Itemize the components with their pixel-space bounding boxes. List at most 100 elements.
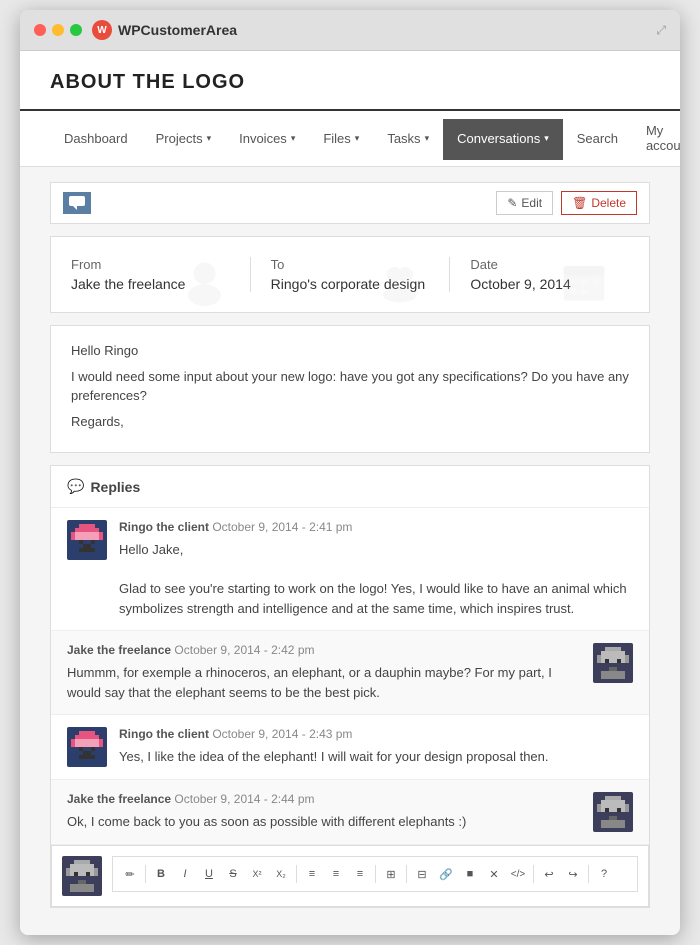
from-section: From Jake the freelance	[71, 257, 251, 292]
nav-projects[interactable]: Projects ▾	[142, 119, 226, 160]
minimize-button[interactable]	[52, 24, 64, 36]
nav-myaccount[interactable]: My account ▾	[632, 111, 680, 167]
reply-date: October 9, 2014 - 2:43 pm	[212, 727, 352, 741]
nav-invoices[interactable]: Invoices ▾	[225, 119, 309, 160]
date-avatar-decoration	[559, 257, 609, 312]
editor-bold-btn[interactable]: B	[150, 863, 172, 885]
reply-meta: Jake the freelance October 9, 2014 - 2:4…	[67, 643, 581, 657]
edit-button[interactable]: ✎ Edit	[496, 191, 553, 215]
caret-icon: ▾	[355, 133, 360, 144]
editor-strikethrough-btn[interactable]: S	[222, 863, 244, 885]
reply-text: Yes, I like the idea of the elephant! I …	[119, 747, 633, 767]
message-greeting: Hello Ringo	[71, 341, 629, 361]
nav-search[interactable]: Search	[563, 119, 632, 160]
reply-author: Ringo the client	[119, 520, 209, 534]
editor-toolbar: ✏ B I U S X² X₂ ≡ ≡ ≡	[119, 863, 631, 885]
reply-body: Jake the freelance October 9, 2014 - 2:4…	[67, 792, 581, 832]
original-message: Hello Ringo I would need some input abou…	[50, 325, 650, 453]
divider	[296, 865, 297, 883]
divider	[375, 865, 376, 883]
caret-icon: ▾	[425, 133, 430, 144]
replies-label: Replies	[90, 479, 140, 495]
editor-indent-btn[interactable]: ≡	[349, 863, 371, 885]
editor-image-btn[interactable]: ⊟	[411, 863, 433, 885]
editor-pencil-btn[interactable]: ✏	[119, 863, 141, 885]
delete-button[interactable]: 🗑 Delete	[561, 191, 637, 215]
conversation-icon	[63, 192, 91, 214]
editor-superscript-btn[interactable]: X²	[246, 863, 268, 885]
reply-body: Jake the freelance October 9, 2014 - 2:4…	[67, 643, 581, 702]
reply-item: Ringo the client October 9, 2014 - 2:43 …	[51, 715, 649, 780]
editor-italic-btn[interactable]: I	[174, 863, 196, 885]
editor-subscript-btn[interactable]: X₂	[270, 863, 292, 885]
nav-files[interactable]: Files ▾	[309, 119, 373, 160]
reply-item: Jake the freelance October 9, 2014 - 2:4…	[51, 780, 649, 845]
editor-ol-btn[interactable]: ≡	[325, 863, 347, 885]
reply-author: Jake the freelance	[67, 792, 171, 806]
editor-underline-btn[interactable]: U	[198, 863, 220, 885]
nav-tasks[interactable]: Tasks ▾	[373, 119, 443, 160]
reply-text: Hummm, for exemple a rhinoceros, an elep…	[67, 663, 581, 702]
reply-meta: Jake the freelance October 9, 2014 - 2:4…	[67, 792, 581, 806]
app-window: W WPCustomerArea ⤢ ABOUT THE LOGO Dashbo…	[20, 10, 680, 935]
content-area: ✎ Edit 🗑 Delete From Jake the freelance	[20, 167, 680, 935]
reply-date: October 9, 2014 - 2:42 pm	[174, 643, 314, 657]
reply-item: Ringo the client October 9, 2014 - 2:41 …	[51, 508, 649, 631]
toolbar-actions: ✎ Edit 🗑 Delete	[496, 191, 637, 215]
divider	[145, 865, 146, 883]
brand: W WPCustomerArea	[92, 20, 237, 40]
reply-text: Ok, I come back to you as soon as possib…	[67, 812, 581, 832]
trash-icon: 🗑	[572, 196, 587, 210]
divider	[406, 865, 407, 883]
message-body: I would need some input about your new l…	[71, 367, 629, 406]
page-header: ABOUT THE LOGO	[20, 51, 680, 111]
replies-header: 💬 Replies	[51, 466, 649, 508]
action-toolbar: ✎ Edit 🗑 Delete	[50, 182, 650, 224]
replies-icon: 💬	[67, 478, 84, 495]
maximize-button[interactable]	[70, 24, 82, 36]
reply-body: Ringo the client October 9, 2014 - 2:43 …	[119, 727, 633, 767]
reply-date: October 9, 2014 - 2:41 pm	[212, 520, 352, 534]
close-button[interactable]	[34, 24, 46, 36]
caret-icon: ▾	[207, 133, 212, 144]
editor-remove-btn[interactable]: ✕	[483, 863, 505, 885]
navigation: Dashboard Projects ▾ Invoices ▾ Files ▾ …	[20, 111, 680, 167]
editor-color-btn[interactable]: ■	[459, 863, 481, 885]
edit-icon: ✎	[507, 196, 517, 210]
expand-icon[interactable]: ⤢	[656, 23, 666, 38]
meta-card: From Jake the freelance To Ringo's corpo…	[50, 236, 650, 313]
reply-author: Ringo the client	[119, 727, 209, 741]
editor-avatar	[62, 856, 102, 896]
message-closing: Regards,	[71, 412, 629, 432]
brand-name: WPCustomerArea	[118, 22, 237, 38]
reply-text: Hello Jake, Glad to see you're starting …	[119, 540, 633, 618]
traffic-lights	[34, 24, 82, 36]
divider	[588, 865, 589, 883]
editor-ul-btn[interactable]: ≡	[301, 863, 323, 885]
editor-code-btn[interactable]: </>	[507, 863, 529, 885]
text-editor[interactable]: ✏ B I U S X² X₂ ≡ ≡ ≡	[112, 856, 638, 892]
avatar	[67, 727, 107, 767]
reply-editor: ✏ B I U S X² X₂ ≡ ≡ ≡	[51, 845, 649, 907]
to-avatar-decoration	[379, 257, 429, 312]
editor-redo-btn[interactable]: ↪	[562, 863, 584, 885]
titlebar: W WPCustomerArea ⤢	[20, 10, 680, 51]
editor-help-btn[interactable]: ?	[593, 863, 615, 885]
page-content: ABOUT THE LOGO Dashboard Projects ▾ Invo…	[20, 51, 680, 935]
reply-meta: Ringo the client October 9, 2014 - 2:41 …	[119, 520, 633, 534]
nav-conversations[interactable]: Conversations ▾	[443, 119, 563, 160]
reply-date: October 9, 2014 - 2:44 pm	[174, 792, 314, 806]
editor-table-btn[interactable]: ⊞	[380, 863, 402, 885]
caret-icon: ▾	[291, 133, 296, 144]
divider	[533, 865, 534, 883]
editor-link-btn[interactable]: 🔗	[435, 863, 457, 885]
avatar	[593, 643, 633, 683]
date-section: Date October 9, 2014	[470, 257, 629, 292]
reply-meta: Ringo the client October 9, 2014 - 2:43 …	[119, 727, 633, 741]
editor-undo-btn[interactable]: ↩	[538, 863, 560, 885]
reply-author: Jake the freelance	[67, 643, 171, 657]
brand-icon: W	[92, 20, 112, 40]
reply-item: Jake the freelance October 9, 2014 - 2:4…	[51, 631, 649, 715]
page-title: ABOUT THE LOGO	[50, 71, 650, 94]
nav-dashboard[interactable]: Dashboard	[50, 119, 142, 160]
